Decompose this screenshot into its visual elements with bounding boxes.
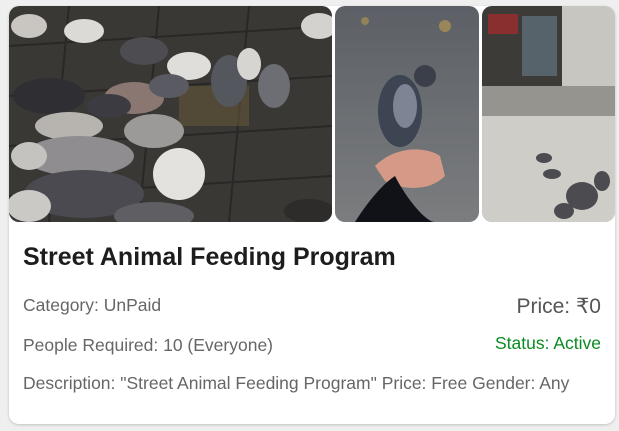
image-gallery bbox=[9, 6, 615, 222]
category-label: Category: UnPaid bbox=[23, 295, 162, 315]
status-badge: Status: Active bbox=[494, 333, 601, 353]
pigeons-eating-photo[interactable] bbox=[9, 6, 332, 222]
event-title: Street Animal Feeding Program bbox=[23, 243, 396, 271]
pigeons-on-street-photo[interactable] bbox=[482, 6, 615, 222]
category-price-row: Category: UnPaid Price: ₹0 bbox=[23, 293, 601, 323]
event-card[interactable]: Street Animal Feeding Program Category: … bbox=[9, 6, 615, 424]
people-status-row: People Required: 10 (Everyone) Status: A… bbox=[23, 333, 601, 359]
pigeon-on-hand-photo[interactable] bbox=[335, 6, 479, 222]
people-required-label: People Required: 10 (Everyone) bbox=[23, 335, 274, 355]
price-label: Price: ₹0 bbox=[516, 295, 601, 318]
event-description: Description: "Street Animal Feeding Prog… bbox=[23, 373, 570, 393]
